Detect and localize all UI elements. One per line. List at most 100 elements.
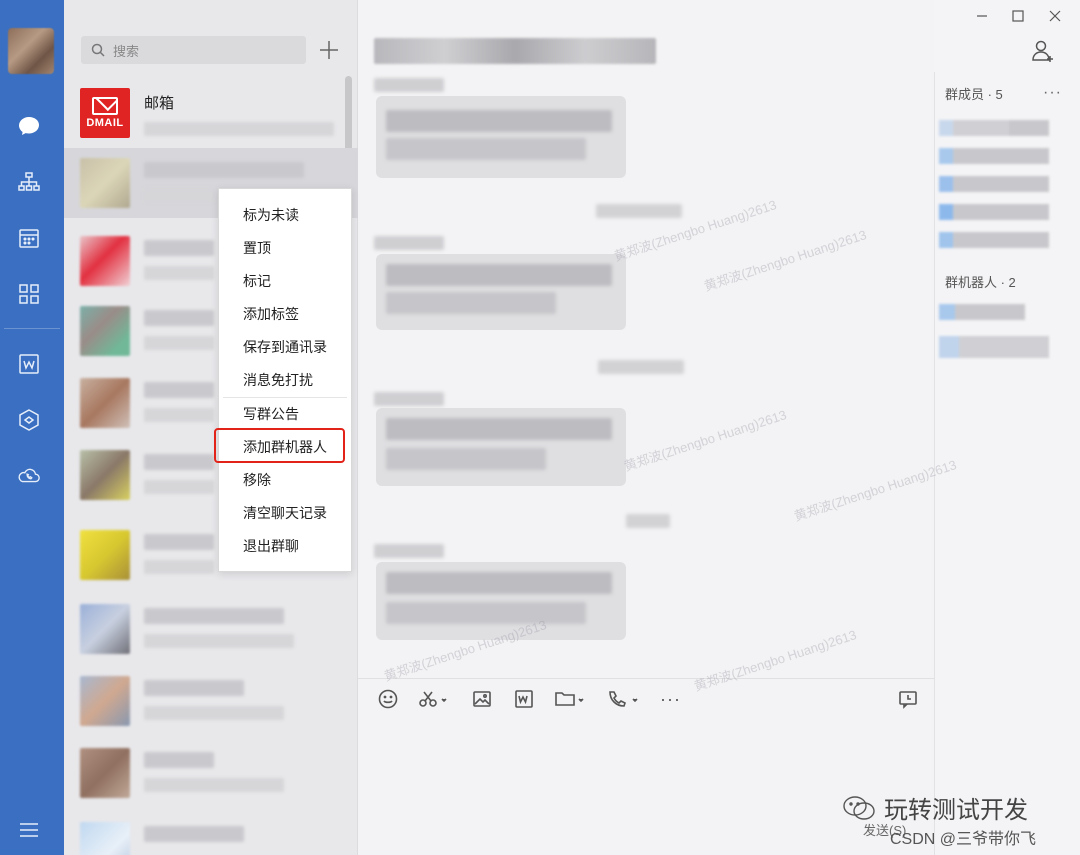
conversation-preview xyxy=(144,778,284,792)
add-member-icon[interactable] xyxy=(1030,38,1056,64)
member-item[interactable] xyxy=(939,204,1049,220)
chat-icon[interactable] xyxy=(17,114,41,138)
close-icon[interactable] xyxy=(1045,6,1065,26)
search-icon xyxy=(91,43,105,57)
conversation-preview xyxy=(144,188,214,202)
member-item[interactable] xyxy=(939,232,1049,248)
calendar-icon[interactable] xyxy=(17,226,41,250)
rail-divider xyxy=(4,328,60,329)
mail-icon: DMAIL xyxy=(80,88,130,138)
phone-cloud-icon[interactable] xyxy=(17,464,41,488)
conversation-name xyxy=(144,310,214,326)
group-info-panel: 群成员 · 5 ··· 群机器人 · 2 xyxy=(934,72,1080,855)
more-options-button[interactable]: ··· xyxy=(1043,84,1062,102)
conversation-preview xyxy=(144,336,214,350)
add-button[interactable] xyxy=(316,36,342,64)
user-avatar[interactable] xyxy=(8,28,54,74)
conversation-avatar xyxy=(80,676,130,726)
menu-item-add-tag[interactable]: 添加标签 xyxy=(219,298,351,331)
conversation-avatar xyxy=(80,236,130,286)
message-history-icon[interactable] xyxy=(898,687,918,711)
plus-icon xyxy=(320,41,338,59)
sender-name xyxy=(374,392,444,406)
highlight-annotation xyxy=(214,428,345,463)
minimize-icon[interactable] xyxy=(972,6,992,26)
menu-item-mute[interactable]: 消息免打扰 xyxy=(219,364,351,397)
chat-title xyxy=(374,38,656,64)
bots-heading: 群机器人 · 2 xyxy=(945,275,1016,290)
message-bubble[interactable] xyxy=(376,96,626,178)
more-tools-button[interactable]: ··· xyxy=(660,687,681,711)
org-chart-icon[interactable] xyxy=(17,170,41,194)
conversation-avatar xyxy=(80,306,130,356)
members-heading: 群成员 · 5 xyxy=(945,87,1003,102)
menu-item-clear-history[interactable]: 清空聊天记录 xyxy=(219,497,351,530)
conversation-name xyxy=(144,680,244,696)
search-input[interactable]: 搜索 xyxy=(81,36,306,64)
conversation-name xyxy=(144,608,284,624)
mail-name: 邮箱 xyxy=(144,95,175,112)
conversation-preview xyxy=(144,480,214,494)
conversation-name xyxy=(144,382,214,398)
list-item-preview xyxy=(144,122,334,136)
timestamp xyxy=(626,514,670,528)
document-icon[interactable] xyxy=(514,687,534,711)
conversation-avatar xyxy=(80,158,130,208)
menu-item-flag[interactable]: 标记 xyxy=(219,265,351,298)
conversation-name xyxy=(144,240,214,256)
conversation-name xyxy=(144,534,214,550)
chat-area: ··· 发送(S) xyxy=(358,0,934,855)
menu-icon[interactable] xyxy=(17,818,41,842)
message-bubble[interactable] xyxy=(376,408,626,486)
message-bubble[interactable] xyxy=(376,254,626,330)
conversation-name xyxy=(144,162,304,178)
bot-item[interactable] xyxy=(939,336,1049,358)
image-icon[interactable] xyxy=(472,687,492,711)
member-item[interactable] xyxy=(939,120,1049,136)
menu-item-pin[interactable]: 置顶 xyxy=(219,232,351,265)
conversation-name xyxy=(144,454,214,470)
list-item-mail[interactable]: DMAIL 邮箱 xyxy=(64,78,358,148)
message-bubble[interactable] xyxy=(376,562,626,640)
bot-item[interactable] xyxy=(939,304,1025,320)
menu-item-group-notice[interactable]: 写群公告 xyxy=(219,398,351,431)
list-item[interactable] xyxy=(64,812,358,855)
conversation-avatar xyxy=(80,450,130,500)
list-item[interactable] xyxy=(64,594,358,664)
menu-item-remove[interactable]: 移除 xyxy=(219,464,351,497)
search-placeholder: 搜索 xyxy=(113,43,140,59)
sender-name xyxy=(374,544,444,558)
conversation-name xyxy=(144,752,214,768)
conversation-preview xyxy=(144,560,214,574)
document-icon[interactable] xyxy=(17,352,41,376)
menu-item-save-to-contacts[interactable]: 保存到通讯录 xyxy=(219,331,351,364)
conversation-preview xyxy=(144,266,214,280)
menu-item-mark-unread[interactable]: 标为未读 xyxy=(219,199,351,232)
csdn-credit: CSDN @三爷带你飞 xyxy=(890,831,1037,848)
maximize-icon[interactable] xyxy=(1008,6,1028,26)
conversation-avatar xyxy=(80,530,130,580)
conversation-preview xyxy=(144,706,284,720)
list-item[interactable] xyxy=(64,738,358,808)
conversation-name xyxy=(144,826,244,842)
brand-text: 玩转测试开发 xyxy=(884,797,1028,824)
conversation-avatar xyxy=(80,748,130,798)
emoji-icon[interactable] xyxy=(378,687,398,711)
left-nav-rail xyxy=(0,0,64,855)
phone-icon[interactable] xyxy=(606,687,640,711)
wechat-logo-icon xyxy=(843,795,875,820)
member-item[interactable] xyxy=(939,176,1049,192)
conversation-preview xyxy=(144,634,294,648)
list-item[interactable] xyxy=(64,666,358,736)
scissors-icon[interactable] xyxy=(418,687,448,711)
sender-name xyxy=(374,236,444,250)
folder-icon[interactable] xyxy=(554,687,586,711)
menu-item-leave-group[interactable]: 退出群聊 xyxy=(219,530,351,563)
workbench-grid-icon[interactable] xyxy=(17,282,41,306)
conversation-preview xyxy=(144,408,214,422)
cube-icon[interactable] xyxy=(17,408,41,432)
brand-watermark: 玩转测试开发 xyxy=(842,790,1028,825)
member-item[interactable] xyxy=(939,148,1049,164)
context-menu: 标为未读 置顶 标记 添加标签 保存到通讯录 消息免打扰 写群公告 添加群机器人… xyxy=(214,188,352,572)
conversation-avatar xyxy=(80,822,130,855)
